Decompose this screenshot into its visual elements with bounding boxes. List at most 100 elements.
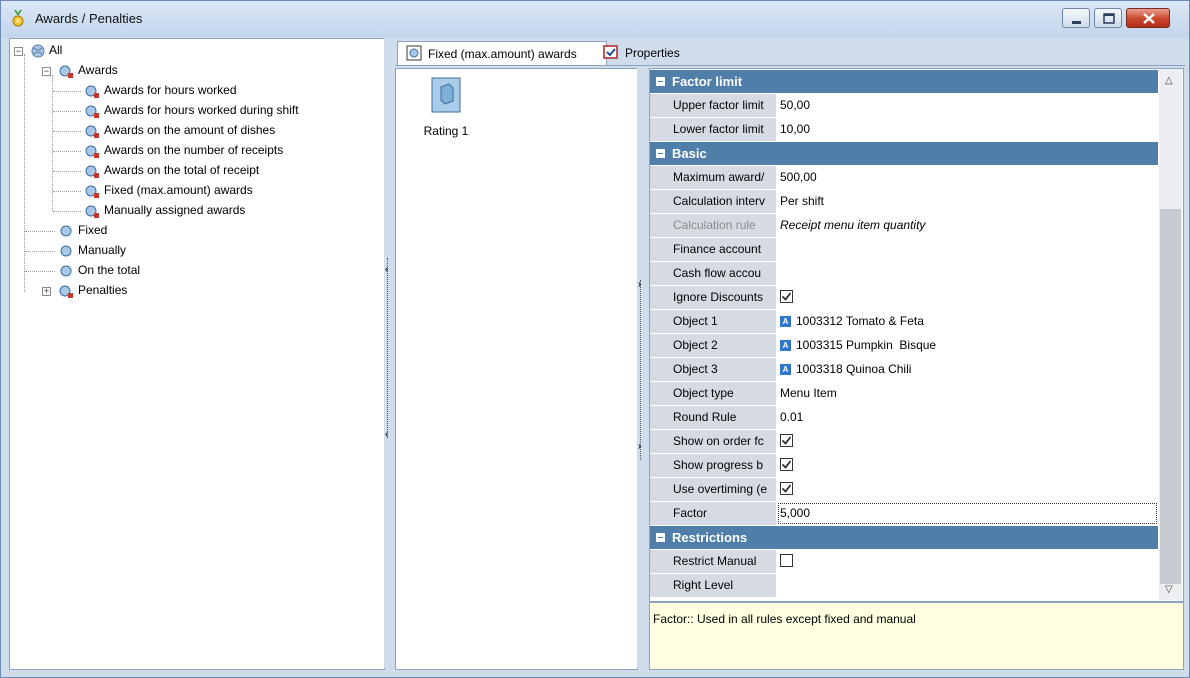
category-tree[interactable]: − All − Awards Awards for hours worked Aw… — [9, 38, 385, 670]
prop-value[interactable]: Per shift — [777, 190, 1158, 213]
prop-show-progress[interactable]: Show progress b — [650, 454, 1158, 478]
award-rule-icon — [85, 105, 99, 118]
tree-node-award-item[interactable]: Awards for hours worked during shift — [10, 101, 380, 121]
prop-restrict-manual[interactable]: Restrict Manual — [650, 550, 1158, 574]
tree-node-award-item[interactable]: Awards on the total of receipt — [10, 161, 380, 181]
prop-name: Maximum award/ — [670, 166, 776, 189]
tree-node-awards[interactable]: − Awards — [10, 61, 380, 81]
prop-value-text: 0.01 — [780, 410, 804, 424]
prop-upper-factor-limit[interactable]: Upper factor limit 50,00 — [650, 94, 1158, 118]
tab-baseline — [395, 65, 1185, 66]
prop-factor[interactable]: Factor 5,000 — [650, 502, 1158, 526]
collapse-category-icon[interactable] — [656, 533, 665, 542]
tree-node-all[interactable]: − All — [10, 41, 380, 61]
prop-value[interactable] — [777, 238, 1158, 261]
prop-value[interactable]: Menu Item — [777, 382, 1158, 405]
prop-value[interactable]: 50,00 — [777, 94, 1158, 117]
collapse-left-arrow-icon[interactable]: ‹ — [385, 264, 388, 275]
prop-round-rule[interactable]: Round Rule 0.01 — [650, 406, 1158, 430]
restrict-manual-checkbox[interactable] — [780, 554, 793, 567]
show-on-order-checkbox[interactable] — [780, 434, 793, 447]
title-bar[interactable]: Awards / Penalties — [1, 1, 1189, 37]
prop-value[interactable]: 0.01 — [777, 406, 1158, 429]
items-list[interactable]: Rating 1 — [395, 68, 638, 670]
prop-value[interactable] — [777, 262, 1158, 285]
prop-calculation-interval[interactable]: Calculation interv Per shift — [650, 190, 1158, 214]
expand-right-arrow-icon[interactable]: › — [638, 441, 641, 452]
tree-node-manually[interactable]: Manually — [10, 241, 380, 261]
collapse-toggle[interactable]: − — [14, 47, 23, 56]
award-rule-icon — [85, 165, 99, 178]
category-label: Restrictions — [672, 530, 748, 545]
scroll-down-arrow-icon[interactable]: ▽ — [1165, 584, 1173, 595]
prop-use-overtiming[interactable]: Use overtiming (e — [650, 478, 1158, 502]
collapse-category-icon[interactable] — [656, 149, 665, 158]
collapse-left-arrow-icon[interactable]: ‹ — [385, 429, 388, 440]
expand-right-arrow-icon[interactable]: › — [638, 279, 641, 290]
prop-right-level[interactable]: Right Level — [650, 574, 1158, 598]
show-progress-checkbox[interactable] — [780, 458, 793, 471]
tree-node-fixed[interactable]: Fixed — [10, 221, 380, 241]
category-basic[interactable]: Basic — [650, 142, 1158, 166]
use-overtiming-checkbox[interactable] — [780, 482, 793, 495]
factor-value-field[interactable]: 5,000 — [777, 502, 1158, 525]
tab-fixed-awards[interactable]: Fixed (max.amount) awards — [397, 41, 607, 65]
property-grid[interactable]: Factor limit Upper factor limit 50,00 Lo… — [649, 68, 1184, 602]
prop-name: Use overtiming (e — [670, 478, 776, 501]
prop-value[interactable]: A 1003318 Quinoa Chili — [777, 358, 1158, 381]
property-scrollbar[interactable]: △ ▽ — [1159, 69, 1182, 600]
collapse-toggle[interactable]: − — [42, 67, 51, 76]
prop-name: Cash flow accou — [670, 262, 776, 285]
tree-node-award-item[interactable]: Awards for hours worked — [10, 81, 380, 101]
prop-show-on-order[interactable]: Show on order fc — [650, 430, 1158, 454]
prop-value-text: Per shift — [780, 194, 825, 208]
prop-value[interactable]: 500,00 — [777, 166, 1158, 189]
prop-object-2[interactable]: Object 2 A 1003315 Pumpkin Bisque — [650, 334, 1158, 358]
tree-node-award-item[interactable]: Manually assigned awards — [10, 201, 380, 221]
tree-node-penalties[interactable]: + Penalties — [10, 281, 380, 301]
prop-value[interactable]: A 1003312 Tomato & Feta — [777, 310, 1158, 333]
scroll-thumb[interactable] — [1160, 209, 1181, 584]
prop-value[interactable]: 10,00 — [777, 118, 1158, 141]
tree-node-on-total[interactable]: On the total — [10, 261, 380, 281]
tree-label: Awards on the number of receipts — [104, 143, 284, 157]
middle-splitter[interactable]: › › — [637, 68, 645, 668]
prop-lower-factor-limit[interactable]: Lower factor limit 10,00 — [650, 118, 1158, 142]
prop-value[interactable]: A 1003315 Pumpkin Bisque — [777, 334, 1158, 357]
tree-node-award-item[interactable]: Fixed (max.amount) awards — [10, 181, 380, 201]
minimize-button[interactable] — [1062, 8, 1090, 28]
tree-node-award-item[interactable]: Awards on the number of receipts — [10, 141, 380, 161]
prop-maximum-award[interactable]: Maximum award/ 500,00 — [650, 166, 1158, 190]
maximize-button[interactable] — [1094, 8, 1122, 28]
prop-cash-flow-account[interactable]: Cash flow accou — [650, 262, 1158, 286]
tree-node-award-item[interactable]: Awards on the amount of dishes — [10, 121, 380, 141]
prop-object-type[interactable]: Object type Menu Item — [650, 382, 1158, 406]
close-icon — [1143, 13, 1155, 24]
prop-ignore-discounts[interactable]: Ignore Discounts — [650, 286, 1158, 310]
row-gutter — [650, 454, 670, 477]
list-item[interactable]: Rating 1 — [416, 75, 476, 139]
category-restrictions[interactable]: Restrictions — [650, 526, 1158, 550]
prop-value: Receipt menu item quantity — [777, 214, 1158, 237]
penalty-group-icon — [59, 285, 73, 298]
prop-name-text: Calculation rule — [673, 218, 756, 232]
main-window: Awards / Penalties − All − Awards Awards… — [0, 0, 1190, 678]
left-splitter[interactable]: ‹ ‹ — [384, 38, 392, 668]
prop-finance-account[interactable]: Finance account — [650, 238, 1158, 262]
prop-object-1[interactable]: Object 1 A 1003312 Tomato & Feta — [650, 310, 1158, 334]
category-factor-limit[interactable]: Factor limit — [650, 70, 1158, 94]
prop-name: Upper factor limit — [670, 94, 776, 117]
prop-calculation-rule[interactable]: Calculation rule Receipt menu item quant… — [650, 214, 1158, 238]
collapse-category-icon[interactable] — [656, 77, 665, 86]
prop-object-3[interactable]: Object 3 A 1003318 Quinoa Chili — [650, 358, 1158, 382]
prop-name-text: Use overtiming (e — [673, 482, 768, 496]
prop-name-text: Object type — [673, 386, 734, 400]
scroll-up-arrow-icon[interactable]: △ — [1165, 75, 1173, 86]
award-rule-icon — [85, 85, 99, 98]
tree-connector — [53, 151, 81, 152]
ignore-discounts-checkbox[interactable] — [780, 290, 793, 303]
expand-toggle[interactable]: + — [42, 287, 51, 296]
close-button[interactable] — [1126, 8, 1170, 28]
tab-properties[interactable]: Properties — [603, 41, 727, 65]
prop-value[interactable] — [777, 574, 1158, 597]
